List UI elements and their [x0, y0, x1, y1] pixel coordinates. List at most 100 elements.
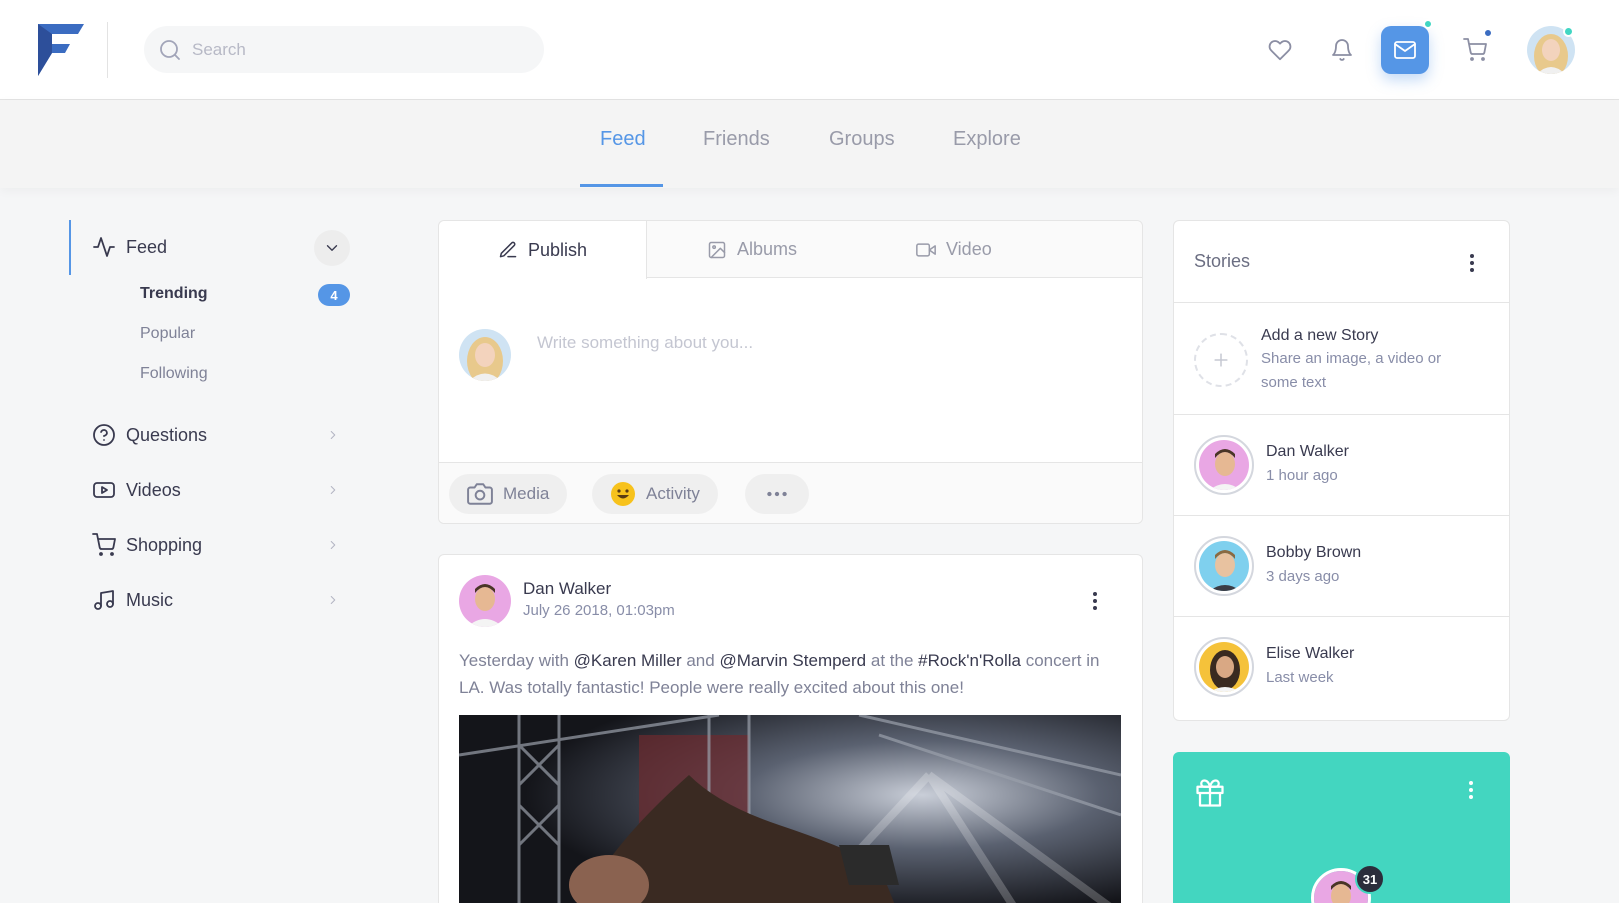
post-text-part: at the — [866, 651, 919, 670]
story-item[interactable]: Elise Walker Last week — [1174, 617, 1509, 720]
chevron-right-icon — [326, 483, 340, 497]
post-text: Yesterday with @Karen Miller and @Marvin… — [459, 647, 1124, 701]
messages-notification-dot — [1423, 19, 1433, 29]
media-label: Media — [503, 484, 550, 503]
bell-icon[interactable] — [1322, 30, 1362, 70]
story-avatar — [1194, 536, 1254, 596]
post-image[interactable] — [459, 715, 1121, 903]
gift-icon — [1195, 778, 1225, 808]
sidebar-item-label: Shopping — [126, 534, 203, 555]
image-icon — [707, 240, 737, 260]
story-time: Last week — [1266, 669, 1334, 686]
online-status-dot — [1563, 26, 1574, 37]
post-more-icon[interactable] — [1085, 589, 1105, 613]
messages-button[interactable] — [1381, 26, 1429, 74]
feed-post: Dan Walker July 26 2018, 01:03pm Yesterd… — [438, 554, 1143, 903]
tab-feed[interactable]: Feed — [600, 128, 646, 151]
tab-label: Video — [946, 239, 992, 259]
stories-header: Stories — [1174, 221, 1509, 303]
cart-notification-dot — [1483, 28, 1493, 38]
top-navbar: Search — [0, 0, 1619, 100]
composer-actions: Media Activity — [439, 462, 1142, 523]
story-avatar — [1194, 435, 1254, 495]
activity-icon — [92, 235, 126, 259]
app-logo[interactable] — [38, 24, 84, 76]
stories-title: Stories — [1194, 251, 1251, 271]
pencil-icon — [498, 240, 528, 260]
activity-label: Activity — [646, 484, 700, 503]
story-item[interactable]: Bobby Brown 3 days ago — [1174, 516, 1509, 617]
youtube-icon — [92, 478, 126, 502]
camera-icon — [467, 481, 503, 507]
sidebar-subitem-following[interactable]: Following — [140, 365, 208, 383]
add-story-subtitle: Share an image, a video or some text — [1261, 350, 1442, 391]
composer-tabs: Publish Albums Video — [439, 221, 1142, 279]
birthday-count-badge: 31 — [1355, 864, 1385, 894]
sidebar-item-label: Questions — [126, 424, 208, 445]
tab-friends[interactable]: Friends — [703, 128, 770, 151]
feed-collapse-button[interactable] — [314, 230, 350, 266]
story-time: 1 hour ago — [1266, 467, 1338, 484]
active-tab-indicator — [580, 184, 663, 187]
post-author-name[interactable]: Dan Walker — [523, 579, 611, 599]
sidebar-active-indicator — [69, 220, 71, 275]
sidebar-item-questions[interactable]: Questions — [92, 423, 207, 447]
trending-count-badge: 4 — [318, 284, 350, 306]
sidebar-item-videos[interactable]: Videos — [92, 478, 181, 502]
sidebar-item-shopping[interactable]: Shopping — [92, 533, 202, 557]
heart-icon[interactable] — [1260, 30, 1300, 70]
post-date: July 26 2018, 01:03pm — [523, 602, 675, 619]
sub-navigation: Feed Friends Groups Explore — [0, 100, 1619, 188]
chevron-right-icon — [326, 538, 340, 552]
chevron-right-icon — [326, 428, 340, 442]
composer-avatar — [459, 329, 511, 381]
more-vertical-icon[interactable] — [1461, 778, 1481, 802]
search-placeholder: Search — [192, 39, 246, 59]
video-icon — [916, 240, 946, 260]
chevron-right-icon — [326, 593, 340, 607]
sidebar-subitem-trending[interactable]: Trending — [140, 285, 208, 303]
tab-label: Albums — [737, 239, 798, 259]
sidebar-item-label: Feed — [126, 236, 168, 257]
add-story-item[interactable]: Add a new Story Share an image, a video … — [1174, 303, 1509, 415]
story-name: Elise Walker — [1266, 645, 1355, 662]
smiley-icon — [610, 481, 646, 507]
story-item[interactable]: Dan Walker 1 hour ago — [1174, 415, 1509, 516]
more-horizontal-icon — [764, 481, 790, 507]
media-button[interactable]: Media — [449, 474, 568, 514]
composer-input[interactable]: Write something about you... — [537, 333, 753, 353]
mention-link[interactable]: @Marvin Stemperd — [719, 651, 866, 670]
sidebar-item-feed[interactable]: Feed — [92, 235, 167, 259]
help-circle-icon — [92, 423, 126, 447]
search-input[interactable]: Search — [144, 26, 544, 73]
story-avatar — [1194, 637, 1254, 697]
tab-video[interactable]: Video — [916, 221, 992, 278]
post-author-avatar[interactable] — [459, 575, 511, 627]
sidebar-item-music[interactable]: Music — [92, 588, 173, 612]
sidebar-item-label: Videos — [126, 479, 181, 500]
music-icon — [92, 588, 126, 612]
more-vertical-icon[interactable] — [1462, 251, 1482, 275]
more-options-button[interactable] — [745, 474, 809, 514]
story-time: 3 days ago — [1266, 568, 1340, 585]
cart-icon — [92, 533, 126, 557]
plus-icon — [1194, 333, 1248, 387]
tab-publish[interactable]: Publish — [439, 221, 647, 279]
post-composer: Publish Albums Video Write something abo… — [438, 220, 1143, 524]
sidebar-subitem-popular[interactable]: Popular — [140, 325, 195, 343]
post-text-part: and — [681, 651, 720, 670]
tab-explore[interactable]: Explore — [953, 128, 1021, 151]
story-name: Dan Walker — [1266, 443, 1349, 460]
search-icon — [158, 38, 182, 62]
stories-widget: Stories Add a new Story Share an image, … — [1173, 220, 1510, 721]
tab-albums[interactable]: Albums — [707, 221, 797, 278]
mention-link[interactable]: @Karen Miller — [574, 651, 682, 670]
activity-button[interactable]: Activity — [592, 474, 718, 514]
mail-icon — [1393, 38, 1417, 62]
hashtag-link[interactable]: #Rock'n'Rolla — [918, 651, 1021, 670]
add-story-title: Add a new Story — [1261, 327, 1379, 344]
logo-divider — [107, 22, 108, 78]
sidebar-item-label: Music — [126, 589, 174, 610]
tab-groups[interactable]: Groups — [829, 128, 895, 151]
story-name: Bobby Brown — [1266, 544, 1362, 561]
